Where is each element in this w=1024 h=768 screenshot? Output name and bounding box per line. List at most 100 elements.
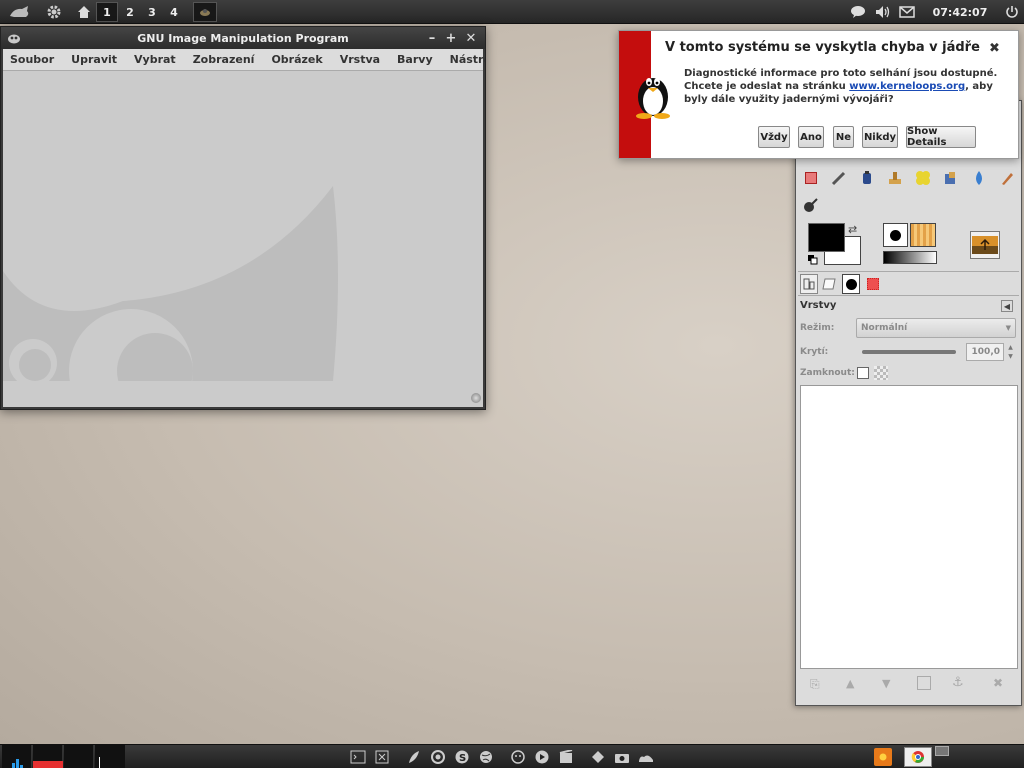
play-icon[interactable]: [533, 748, 551, 766]
delete-layer-icon[interactable]: ✖: [993, 676, 1003, 690]
sun-icon[interactable]: [874, 748, 892, 766]
ink-icon[interactable]: [856, 167, 878, 189]
lower-layer-icon[interactable]: ▼: [882, 677, 890, 690]
notification-title: V tomto systému se vyskytla chyba v jádř…: [665, 40, 980, 55]
raise-layer-icon[interactable]: ▲: [846, 677, 854, 690]
notification-close-button[interactable]: ✖: [989, 41, 1000, 56]
never-button[interactable]: Nikdy: [862, 126, 898, 148]
memory-graph[interactable]: [33, 745, 63, 768]
no-button[interactable]: Ne: [833, 126, 854, 148]
face-icon[interactable]: [509, 748, 527, 766]
camera-icon[interactable]: [613, 748, 631, 766]
network-icon[interactable]: [589, 748, 607, 766]
swap-colors-icon[interactable]: ⇄: [848, 223, 860, 236]
workspace-1[interactable]: 1: [96, 2, 118, 22]
gimp-logo-icon: [7, 32, 21, 44]
feather-icon[interactable]: [405, 748, 423, 766]
mail-icon[interactable]: [897, 0, 917, 24]
menu-obrazek[interactable]: Obrázek: [264, 53, 329, 66]
window-titlebar[interactable]: GNU Image Manipulation Program – + ✕: [1, 27, 485, 49]
menu-upravit[interactable]: Upravit: [64, 53, 124, 66]
workspace-2[interactable]: 2: [119, 2, 141, 22]
active-image-icon[interactable]: [970, 231, 1000, 259]
show-details-button[interactable]: Show Details: [906, 126, 976, 148]
network-graph[interactable]: [64, 745, 94, 768]
chat-bubble-icon[interactable]: [848, 0, 868, 24]
menu-vrstva[interactable]: Vrstva: [333, 53, 387, 66]
smudge-icon[interactable]: [996, 167, 1018, 189]
foreground-color-swatch[interactable]: [808, 223, 845, 252]
mode-select-value: Normální: [861, 323, 908, 333]
cpu-graph[interactable]: [2, 745, 32, 768]
blur-icon[interactable]: [968, 167, 990, 189]
default-colors-icon[interactable]: [808, 255, 818, 265]
window-icon[interactable]: [935, 746, 949, 756]
perspective-clone-icon[interactable]: [940, 167, 962, 189]
terminal-icon[interactable]: [349, 748, 367, 766]
svg-text:S: S: [459, 753, 466, 764]
lock-alpha-icon[interactable]: [874, 366, 888, 380]
skype-icon[interactable]: S: [453, 748, 471, 766]
dodge-burn-icon[interactable]: [800, 194, 822, 216]
workspace-4[interactable]: 4: [163, 2, 185, 22]
yes-button[interactable]: Ano: [798, 126, 824, 148]
mode-select[interactable]: Normální ▼: [856, 318, 1016, 338]
layers-list[interactable]: [800, 385, 1018, 669]
duplicate-layer-icon[interactable]: [917, 676, 931, 690]
shoe-icon[interactable]: [637, 748, 655, 766]
clone-stamp-icon[interactable]: [884, 167, 906, 189]
image-canvas[interactable]: [3, 71, 483, 407]
resize-grip-icon[interactable]: [471, 393, 481, 403]
toolbox-divider: [798, 271, 1019, 272]
workspace-thumbnail-icon[interactable]: [193, 2, 217, 22]
notification-line-3: byly dále využity jadernými vývojáři?: [684, 94, 894, 105]
channels-tab-icon[interactable]: [820, 274, 838, 294]
anchor-layer-icon[interactable]: ⚓: [952, 675, 964, 690]
layers-menu-arrow-icon[interactable]: ◀: [1001, 300, 1013, 312]
workspace-3[interactable]: 3: [141, 2, 163, 22]
menu-barvy[interactable]: Barvy: [390, 53, 440, 66]
dropdown-arrow-icon: ▼: [1005, 324, 1011, 332]
power-icon[interactable]: [1002, 0, 1022, 24]
window-title: GNU Image Manipulation Program: [137, 31, 349, 45]
layers-tab-icon[interactable]: [800, 274, 818, 294]
heal-icon[interactable]: [912, 167, 934, 189]
dock-divider: [798, 295, 1019, 296]
pattern-preview-icon[interactable]: [910, 223, 936, 247]
maximize-button[interactable]: +: [442, 27, 460, 49]
home-icon[interactable]: [74, 0, 94, 24]
settings-gear-icon[interactable]: [44, 0, 64, 24]
app-menu-icon[interactable]: [6, 0, 34, 24]
notification-line-1: Diagnostické informace pro toto selhání …: [684, 68, 998, 79]
chrome-icon[interactable]: [429, 748, 447, 766]
globe-icon[interactable]: [477, 748, 495, 766]
disk-graph[interactable]: [95, 745, 125, 768]
gimp-toolbox: ⇄ Vrstvy ◀ Režim: Normální ▼ Krytí: 100,…: [795, 100, 1022, 706]
bottom-panel: S: [0, 744, 1024, 768]
undo-tab-icon[interactable]: [864, 274, 882, 294]
chrome-window-icon[interactable]: [904, 747, 932, 767]
kerneloops-link[interactable]: www.kerneloops.org: [849, 81, 965, 92]
film-icon[interactable]: [557, 748, 575, 766]
menu-zobrazeni[interactable]: Zobrazení: [186, 53, 262, 66]
always-button[interactable]: Vždy: [758, 126, 790, 148]
gradient-preview[interactable]: [883, 251, 937, 264]
menu-soubor[interactable]: Soubor: [3, 53, 61, 66]
opacity-value-field[interactable]: 100,0: [966, 343, 1004, 361]
clock[interactable]: 07:42:07: [926, 0, 994, 24]
opacity-slider[interactable]: [862, 350, 956, 354]
opacity-spin-icon[interactable]: ▲ ▼: [1005, 343, 1016, 361]
window-close-icon[interactable]: [373, 748, 391, 766]
notification-body: Diagnostické informace pro toto selhání …: [684, 67, 1004, 106]
minimize-button[interactable]: –: [423, 27, 441, 49]
brush-preview-icon[interactable]: [883, 223, 908, 247]
lock-pixels-checkbox[interactable]: [857, 367, 869, 379]
menu-vybrat[interactable]: Vybrat: [127, 53, 183, 66]
paths-tab-icon[interactable]: [842, 274, 860, 294]
menu-nastroje[interactable]: Nástroje: [443, 53, 485, 66]
volume-icon[interactable]: [873, 0, 893, 24]
new-layer-icon[interactable]: ⎘: [810, 677, 820, 692]
close-button[interactable]: ✕: [462, 27, 480, 49]
rect-select-icon[interactable]: [800, 167, 822, 189]
color-picker-icon[interactable]: [828, 167, 850, 189]
